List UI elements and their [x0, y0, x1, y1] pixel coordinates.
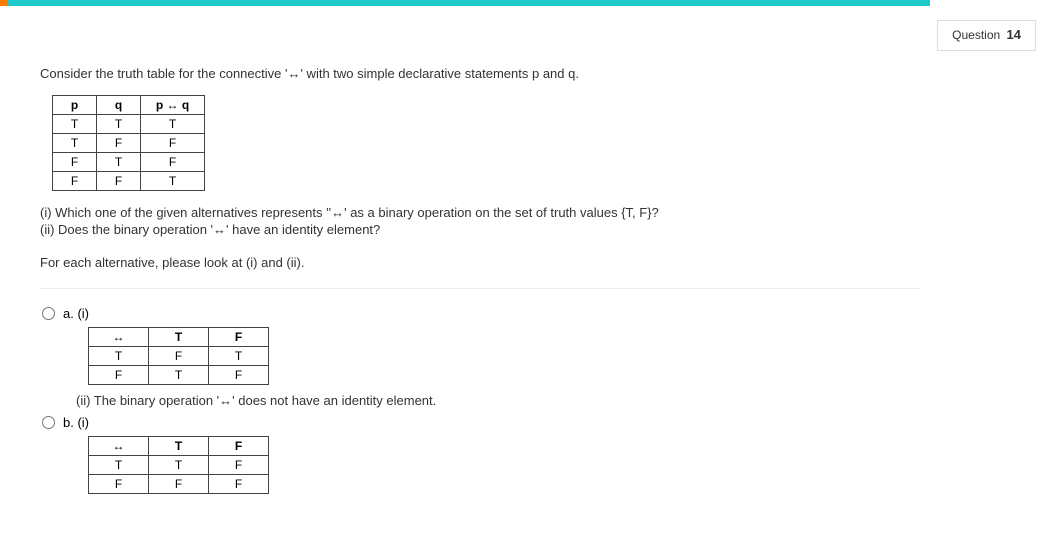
th: T	[149, 437, 209, 456]
th: ↔	[89, 328, 149, 347]
question-badge: Question 14	[937, 20, 1036, 51]
cell: T	[89, 347, 149, 366]
option-a-part2: (ii) The binary operation '↔' does not h…	[76, 393, 890, 408]
cell: T	[149, 366, 209, 385]
th-q: q	[97, 96, 141, 115]
th: T	[149, 328, 209, 347]
cell: T	[141, 172, 205, 191]
option-a-radio[interactable]	[42, 307, 55, 320]
divider	[40, 288, 920, 289]
cell: T	[89, 456, 149, 475]
option-a-part1: (i)	[77, 306, 89, 321]
cell: F	[89, 475, 149, 494]
cell: F	[53, 172, 97, 191]
option-b-letter: b.	[63, 415, 74, 430]
cell: T	[53, 134, 97, 153]
cell: F	[97, 172, 141, 191]
cell: F	[209, 456, 269, 475]
cell: F	[209, 366, 269, 385]
cell: F	[209, 475, 269, 494]
option-b-label: b. (i)	[63, 414, 89, 430]
cell: T	[141, 115, 205, 134]
cell: T	[97, 153, 141, 172]
question-prompt: Consider the truth table for the connect…	[40, 66, 890, 81]
th-p: p	[53, 96, 97, 115]
cell: T	[209, 347, 269, 366]
cell: T	[97, 115, 141, 134]
option-b-table: ↔ T F T T F F F F	[88, 436, 269, 494]
subquestion-ii: (ii) Does the binary operation '↔' have …	[40, 222, 890, 237]
option-a[interactable]: a. (i)	[40, 305, 890, 321]
option-a-label: a. (i)	[63, 305, 89, 321]
question-content: Consider the truth table for the connect…	[0, 6, 930, 512]
cell: F	[149, 347, 209, 366]
cell: F	[149, 475, 209, 494]
question-badge-number: 14	[1007, 27, 1021, 42]
option-a-letter: a.	[63, 306, 74, 321]
truth-table-main: p q p ↔ q T T T T F F F T F F F T	[52, 95, 205, 191]
th-pq: p ↔ q	[141, 96, 205, 115]
th: F	[209, 328, 269, 347]
option-a-table: ↔ T F T F T F T F	[88, 327, 269, 385]
progress-bar	[0, 0, 930, 6]
cell: F	[53, 153, 97, 172]
cell: F	[141, 134, 205, 153]
option-b[interactable]: b. (i)	[40, 414, 890, 430]
th: ↔	[89, 437, 149, 456]
question-badge-label: Question	[952, 28, 1000, 42]
option-b-radio[interactable]	[42, 416, 55, 429]
cell: T	[149, 456, 209, 475]
cell: T	[53, 115, 97, 134]
cell: F	[141, 153, 205, 172]
cell: F	[97, 134, 141, 153]
subquestion-i: (i) Which one of the given alternatives …	[40, 205, 890, 220]
cell: F	[89, 366, 149, 385]
option-b-part1: (i)	[77, 415, 89, 430]
instruction-note: For each alternative, please look at (i)…	[40, 255, 890, 270]
th: F	[209, 437, 269, 456]
